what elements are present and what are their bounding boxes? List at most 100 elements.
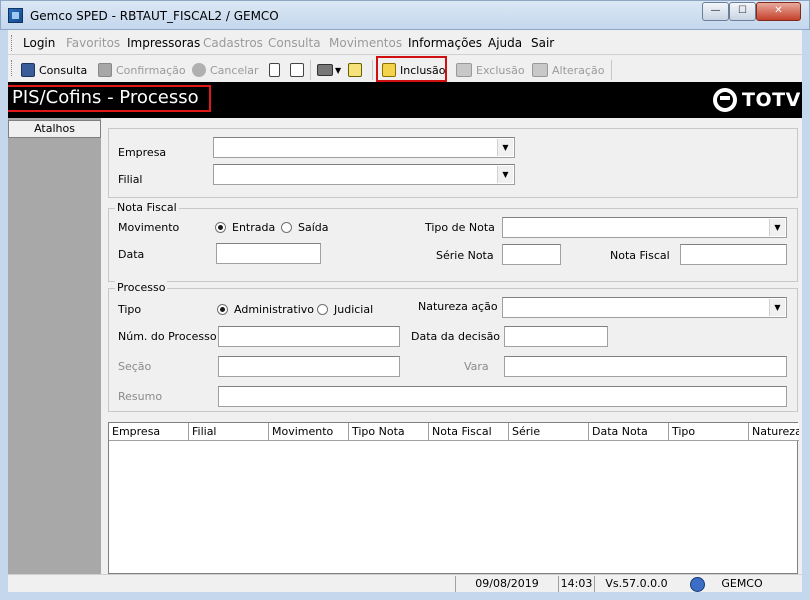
grid-header: Empresa Filial Movimento Tipo Nota Nota …: [109, 423, 799, 441]
tab-atalhos[interactable]: Atalhos: [8, 120, 101, 138]
grid-col-tipo[interactable]: Tipo: [669, 423, 749, 441]
processo-legend: Processo: [115, 281, 168, 294]
main-content: Empresa ▼ Filial ▼ Nota Fiscal Movimento…: [101, 118, 802, 574]
app-icon: [8, 8, 23, 23]
radio-entrada-label: Entrada: [232, 221, 276, 234]
data-field[interactable]: [216, 243, 321, 264]
radio-administrativo[interactable]: Administrativo: [217, 303, 314, 316]
radio-entrada-dot[interactable]: [215, 222, 226, 233]
alteracao-label: Alteração: [552, 63, 605, 77]
find-button[interactable]: [348, 60, 366, 80]
confirmacao-label: Confirmação: [116, 63, 186, 77]
nota-fiscal-legend: Nota Fiscal: [115, 201, 179, 214]
empresa-select[interactable]: ▼: [213, 137, 515, 158]
grid-col-nota-fiscal[interactable]: Nota Fiscal: [429, 423, 509, 441]
data-label: Data: [118, 248, 145, 261]
exclusao-label: Exclusão: [476, 63, 525, 77]
tipo-nota-label: Tipo de Nota: [425, 221, 495, 234]
consulta-button[interactable]: Consulta: [21, 60, 87, 80]
menu-login[interactable]: Login: [23, 36, 55, 50]
menu-favoritos[interactable]: Favoritos: [66, 36, 120, 50]
chevron-down-icon[interactable]: ▼: [769, 219, 785, 236]
export-button[interactable]: [290, 60, 308, 80]
grid-col-natureza[interactable]: Natureza: [749, 423, 799, 441]
chevron-down-icon[interactable]: ▼: [769, 299, 785, 316]
shortcuts-panel: Atalhos: [8, 118, 101, 574]
save-icon: [98, 63, 112, 77]
close-button[interactable]: ✕: [756, 2, 801, 21]
chevron-down-icon: ▼: [335, 65, 342, 75]
new-document-button[interactable]: [269, 60, 284, 80]
nota-fiscal-field[interactable]: [680, 244, 787, 265]
natureza-label: Natureza ação: [418, 300, 498, 313]
status-time: 14:03: [558, 576, 594, 593]
menu-ajuda[interactable]: Ajuda: [488, 36, 522, 50]
process-grid[interactable]: Empresa Filial Movimento Tipo Nota Nota …: [108, 422, 799, 574]
menu-informacoes[interactable]: Informações: [408, 36, 482, 50]
radio-saida-label: Saída: [298, 221, 329, 234]
radio-entrada[interactable]: Entrada: [215, 221, 275, 234]
menu-impressoras[interactable]: Impressoras: [127, 36, 200, 50]
totvs-logo-icon: [713, 88, 737, 112]
secao-label: Seção: [118, 360, 152, 373]
print-button[interactable]: ▼: [317, 60, 341, 80]
cancelar-label: Cancelar: [210, 63, 259, 77]
edit-record-icon: [532, 63, 548, 77]
grid-col-tipo-nota[interactable]: Tipo Nota: [349, 423, 429, 441]
menu-movimentos[interactable]: Movimentos: [329, 36, 402, 50]
toolbar-separator: [310, 60, 311, 80]
grid-col-data-nota[interactable]: Data Nota: [589, 423, 669, 441]
resumo-label: Resumo: [118, 390, 163, 403]
radio-saida[interactable]: Saída: [281, 221, 329, 234]
exclusao-button[interactable]: Exclusão: [456, 60, 525, 80]
grid-col-serie[interactable]: Série: [509, 423, 589, 441]
vara-field[interactable]: [504, 356, 787, 377]
grid-col-empresa[interactable]: Empresa: [109, 423, 189, 441]
movimento-label: Movimento: [118, 221, 180, 234]
grid-col-filial[interactable]: Filial: [189, 423, 269, 441]
chevron-down-icon[interactable]: ▼: [497, 166, 513, 183]
company-group: Empresa ▼ Filial ▼: [108, 128, 798, 198]
status-company: GEMCO: [721, 577, 763, 590]
menu-sair[interactable]: Sair: [531, 36, 554, 50]
network-icon: [690, 577, 705, 592]
export-icon: [290, 63, 304, 77]
radio-judicial[interactable]: Judicial: [317, 303, 373, 316]
alteracao-button[interactable]: Alteração: [532, 60, 604, 80]
maximize-button[interactable]: ☐: [729, 2, 756, 21]
tipo-nota-select[interactable]: ▼: [502, 217, 787, 238]
document-icon: [269, 63, 280, 77]
toolbar-grip: [11, 60, 14, 76]
confirmacao-button[interactable]: Confirmação: [98, 60, 186, 80]
data-decisao-label: Data da decisão: [411, 330, 501, 343]
radio-saida-dot[interactable]: [281, 222, 292, 233]
page-title: PIS/Cofins - Processo: [6, 85, 211, 112]
radio-judicial-label: Judicial: [334, 303, 374, 316]
menu-grip: [11, 35, 14, 51]
filial-select[interactable]: ▼: [213, 164, 515, 185]
binoculars-icon: [21, 63, 35, 77]
grid-col-movimento[interactable]: Movimento: [269, 423, 349, 441]
num-processo-field[interactable]: [218, 326, 400, 347]
natureza-select[interactable]: ▼: [502, 297, 787, 318]
radio-administrativo-dot[interactable]: [217, 304, 228, 315]
secao-field[interactable]: [218, 356, 400, 377]
nota-fiscal-label: Nota Fiscal: [610, 249, 670, 262]
status-bar: 09/08/2019 14:03 Vs.57.0.0.0 GEMCO: [8, 574, 802, 594]
resumo-field[interactable]: [218, 386, 787, 407]
nota-fiscal-group: Nota Fiscal Movimento Entrada Saída Tipo…: [108, 201, 798, 282]
toolbar-separator: [611, 60, 612, 80]
menu-cadastros[interactable]: Cadastros: [203, 36, 263, 50]
title-bar: Gemco SPED - RBTAUT_FISCAL2 / GEMCO — ☐ …: [0, 0, 810, 30]
serie-nota-field[interactable]: [502, 244, 561, 265]
radio-judicial-dot[interactable]: [317, 304, 328, 315]
totvs-logo: TOTVS: [713, 88, 810, 112]
totvs-logo-text: TOTVS: [742, 89, 810, 111]
minimize-button[interactable]: —: [702, 2, 729, 21]
empresa-label: Empresa: [118, 146, 167, 159]
data-decisao-field[interactable]: [504, 326, 608, 347]
chevron-down-icon[interactable]: ▼: [497, 139, 513, 156]
menu-consulta[interactable]: Consulta: [268, 36, 321, 50]
cancelar-button[interactable]: Cancelar: [192, 60, 259, 80]
processo-group: Processo Tipo Administrativo Judicial Na…: [108, 281, 798, 412]
